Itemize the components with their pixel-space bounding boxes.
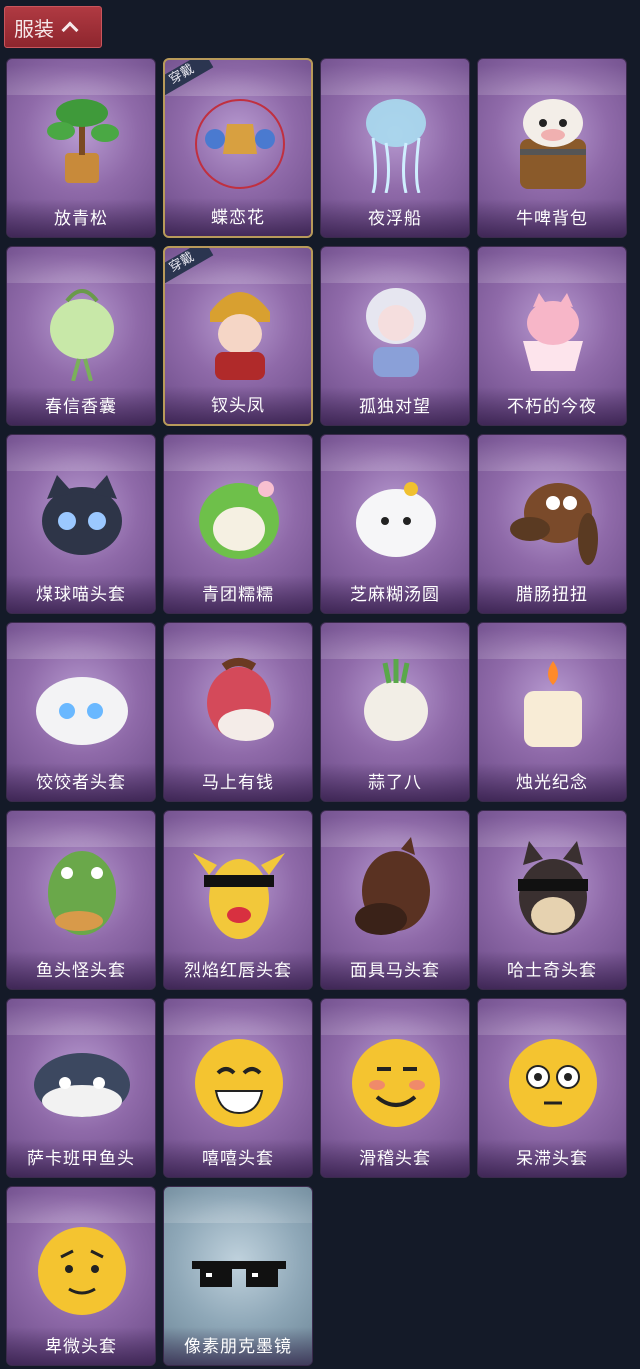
scent-pouch-icon (27, 271, 137, 382)
outfit-name: 夜浮船 (321, 199, 469, 237)
horse-mask-icon (341, 835, 451, 945)
humble-emoji-head-icon (27, 1211, 137, 1321)
funny-emoji-head-icon (341, 1023, 451, 1133)
bonsai-tree-icon (27, 83, 137, 193)
outfit-card[interactable]: 穿戴 钗头凤 (163, 246, 313, 426)
outfit-name: 烛光纪念 (478, 763, 626, 801)
grin-emoji-head-icon (184, 1023, 294, 1133)
outfit-name: 鱼头怪头套 (7, 951, 155, 989)
outfit-name: 煤球喵头套 (7, 575, 155, 613)
outfit-card[interactable]: 饺饺者头套 (6, 622, 156, 802)
outfit-name: 牛啤背包 (478, 199, 626, 237)
fox-in-cup-icon (498, 271, 608, 381)
rice-ball-icon (341, 459, 451, 569)
green-dumpling-icon (184, 459, 294, 569)
outfit-name: 卑微头套 (7, 1327, 155, 1365)
outfit-name: 蝶恋花 (165, 198, 311, 236)
lonely-gaze-doll-icon (341, 271, 451, 381)
outfit-name: 饺饺者头套 (7, 763, 155, 801)
outfit-card[interactable]: 煤球喵头套 (6, 434, 156, 614)
jellyfish-icon (341, 83, 451, 194)
outfit-name: 青团糯糯 (164, 575, 312, 613)
outfit-card[interactable]: 青团糯糯 (163, 434, 313, 614)
outfit-name: 蒜了八 (321, 763, 469, 801)
outfit-card[interactable]: 鱼头怪头套 (6, 810, 156, 990)
outfit-card[interactable]: 萨卡班甲鱼头 (6, 998, 156, 1178)
outfit-card[interactable]: 腊肠扭扭 (477, 434, 627, 614)
outfit-card[interactable]: 牛啤背包 (477, 58, 627, 238)
outfit-name: 面具马头套 (321, 951, 469, 989)
outfit-card[interactable]: 不朽的今夜 (477, 246, 627, 426)
outfit-card[interactable]: 滑稽头套 (320, 998, 470, 1178)
outfit-card[interactable]: 烈焰红唇头套 (163, 810, 313, 990)
husky-head-icon (498, 835, 608, 945)
outfit-tab-label: 服装 (14, 16, 54, 41)
outfit-grid: 放青松 穿戴 蝶恋花 夜浮船 牛啤背包春信香囊 穿戴 钗头凤 孤独对望 不朽的今夜煤球喵头套 青团… (6, 58, 627, 1366)
fish-head-icon (27, 835, 137, 945)
chevron-up-icon (61, 21, 79, 39)
outfit-name: 腊肠扭扭 (478, 575, 626, 613)
outfit-card[interactable]: 穿戴 蝶恋花 (163, 58, 313, 238)
outfit-name: 芝麻糊汤圆 (321, 575, 469, 613)
outfit-card[interactable]: 像素朋克墨镜 (163, 1186, 313, 1366)
cow-beer-barrel-icon (498, 83, 608, 193)
outfit-category-tab[interactable]: 服装 (4, 6, 102, 48)
outfit-name: 不朽的今夜 (478, 387, 626, 425)
sacabambaspis-head-icon (27, 1023, 137, 1133)
outfit-name: 孤独对望 (321, 387, 469, 425)
outfit-card[interactable]: 马上有钱 (163, 622, 313, 802)
outfit-card[interactable]: 嘻嘻头套 (163, 998, 313, 1178)
outfit-card[interactable]: 呆滞头套 (477, 998, 627, 1178)
phoenix-crown-doll-icon (185, 272, 295, 382)
outfit-card[interactable]: 卑微头套 (6, 1186, 156, 1366)
outfit-name: 滑稽头套 (321, 1139, 469, 1177)
outfit-card[interactable]: 孤独对望 (320, 246, 470, 426)
dachshund-head-icon (498, 459, 608, 569)
red-horse-head-icon (184, 647, 294, 757)
outfit-name: 像素朋克墨镜 (164, 1327, 312, 1365)
outfit-card[interactable]: 蒜了八 (320, 622, 470, 802)
yellow-mouse-head-icon (184, 835, 294, 945)
garlic-head-icon (341, 647, 451, 757)
outfit-name: 萨卡班甲鱼头 (7, 1139, 155, 1177)
outfit-name: 春信香囊 (7, 387, 155, 425)
outfit-card[interactable]: 烛光纪念 (477, 622, 627, 802)
pixel-sunglasses-icon (184, 1211, 294, 1321)
outfit-name: 烈焰红唇头套 (164, 951, 312, 989)
outfit-card[interactable]: 放青松 (6, 58, 156, 238)
outfit-card[interactable]: 面具马头套 (320, 810, 470, 990)
outfit-name: 嘻嘻头套 (164, 1139, 312, 1177)
outfit-name: 放青松 (7, 199, 155, 237)
candle-head-icon (498, 647, 608, 757)
outfit-name: 钗头凤 (165, 386, 311, 424)
dumpling-head-icon (27, 647, 137, 757)
outfit-name: 哈士奇头套 (478, 951, 626, 989)
butterfly-bell-ornament-icon (185, 84, 295, 194)
outfit-card[interactable]: 哈士奇头套 (477, 810, 627, 990)
outfit-card[interactable]: 芝麻糊汤圆 (320, 434, 470, 614)
outfit-card[interactable]: 春信香囊 (6, 246, 156, 426)
black-cat-head-icon (27, 459, 137, 569)
dazed-emoji-head-icon (498, 1023, 608, 1133)
outfit-card[interactable]: 夜浮船 (320, 58, 470, 238)
outfit-name: 马上有钱 (164, 763, 312, 801)
outfit-name: 呆滞头套 (478, 1139, 626, 1177)
